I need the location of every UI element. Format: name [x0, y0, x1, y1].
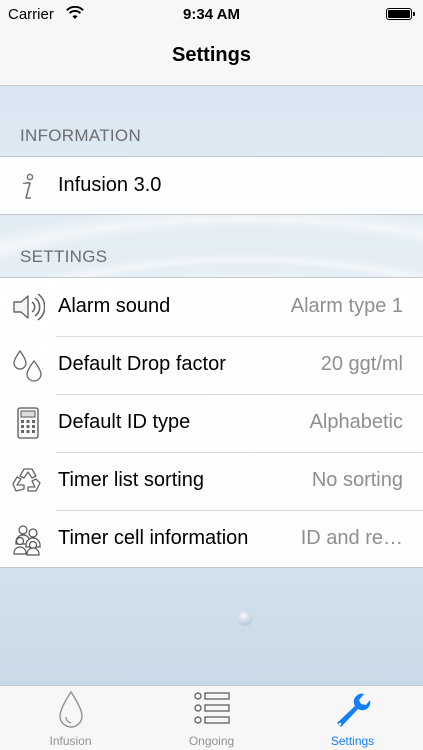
list-icon: [193, 692, 230, 724]
alarm-sound-label: Alarm sound: [58, 295, 171, 317]
tab-ongoing[interactable]: Ongoing: [141, 686, 282, 750]
timer-sorting-label: Timer list sorting: [58, 469, 204, 491]
page-title: Settings: [172, 44, 251, 66]
timer-cell-info-label: Timer cell information: [58, 527, 249, 549]
tab-infusion-label: Infusion: [49, 734, 92, 748]
section-header-information: INFORMATION: [20, 126, 142, 145]
drop-icon: [58, 690, 83, 728]
information-group: Infusion 3.0: [0, 156, 423, 215]
recycle-icon: [12, 468, 41, 492]
row-default-drop-factor[interactable]: Default Drop factor 20 ggt/ml: [0, 336, 423, 394]
wrench-icon: [336, 693, 370, 727]
tab-bar: Infusion Ongoing Settings: [0, 685, 423, 750]
tab-ongoing-label: Ongoing: [188, 734, 235, 748]
timer-cell-info-value: ID and re…: [300, 527, 403, 549]
drops-icon: [13, 349, 42, 382]
timer-sorting-value: No sorting: [311, 469, 403, 491]
drop-factor-label: Default Drop factor: [58, 353, 226, 375]
row-timer-list-sorting[interactable]: Timer list sorting No sorting: [0, 452, 423, 510]
alarm-sound-value: Alarm type 1: [290, 295, 403, 317]
row-default-id-type[interactable]: Default ID type Alphabetic: [0, 394, 423, 452]
section-header-settings: SETTINGS: [20, 247, 108, 266]
settings-group: Alarm sound Alarm type 1 Default Drop fa…: [0, 277, 423, 568]
calculator-icon: [17, 407, 39, 439]
clock: 9:34 AM: [183, 6, 240, 23]
speaker-icon: [13, 293, 45, 321]
status-bar: Carrier 9:34 AM: [0, 0, 423, 30]
info-icon: [22, 173, 34, 199]
battery-icon: [386, 8, 415, 20]
tab-settings-label: Settings: [330, 734, 375, 748]
row-alarm-sound[interactable]: Alarm sound Alarm type 1: [0, 278, 423, 336]
drop-factor-value: 20 ggt/ml: [320, 353, 403, 375]
people-icon: [13, 525, 41, 556]
id-type-label: Default ID type: [58, 411, 191, 433]
app-version-label: Infusion 3.0: [58, 174, 162, 196]
tab-settings[interactable]: Settings: [282, 686, 423, 750]
row-timer-cell-information[interactable]: Timer cell information ID and re…: [0, 510, 423, 568]
row-app-version[interactable]: Infusion 3.0: [0, 157, 423, 215]
id-type-value: Alphabetic: [309, 411, 403, 433]
navigation-bar: Settings: [0, 30, 423, 86]
tab-infusion[interactable]: Infusion: [0, 686, 141, 750]
water-droplet-decoration: [238, 610, 252, 626]
